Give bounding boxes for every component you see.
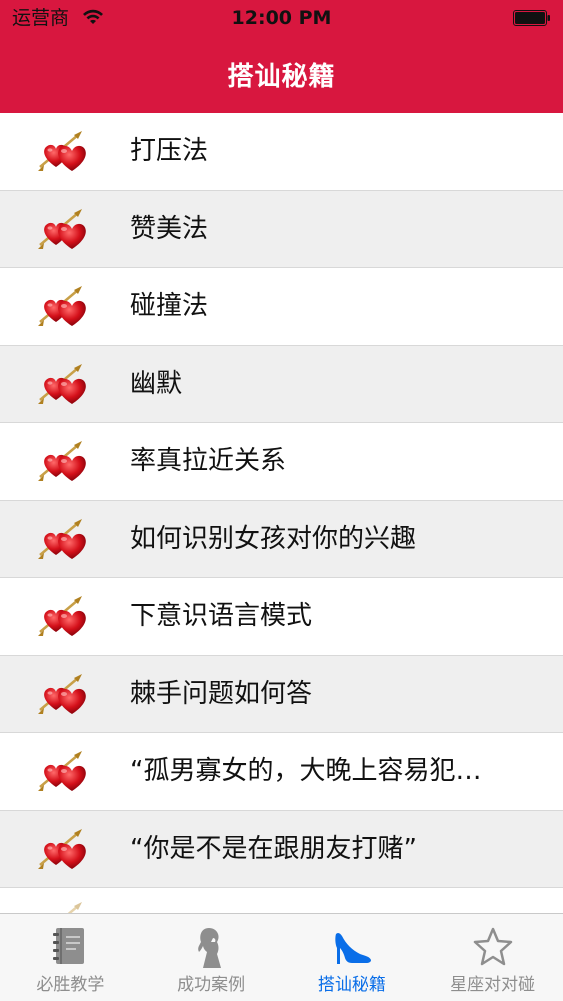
tab-label: 成功案例 [177,975,246,995]
list-item[interactable]: 如何识别女孩对你的兴趣 [0,500,563,578]
hearts-arrow-icon [38,360,94,408]
high-heel-icon [335,932,371,964]
tab-horoscope-match[interactable]: 星座对对碰 [422,914,563,1001]
status-bar: 运营商 12:00 PM [0,0,563,36]
tab-bar: 必胜教学 成功案例 搭讪秘籍 星座对对碰 [0,913,563,1001]
list-item[interactable]: 打压法 [0,113,563,191]
list-item-label: 率真拉近关系 [130,446,287,477]
battery-icon [513,10,550,26]
hearts-arrow-icon [38,515,94,563]
navigation-bar: 搭讪秘籍 [0,36,563,113]
page-title: 搭讪秘籍 [227,62,336,92]
hearts-arrow-icon [38,670,94,718]
list-item-label: 赞美法 [130,213,209,244]
hearts-arrow-icon [38,898,94,913]
list-item-label: “你是不是在跟朋友打赌” [130,833,417,864]
notebook-icon [53,928,85,964]
list-item[interactable]: 率真拉近关系 [0,423,563,501]
tab-pickup-tips[interactable]: 搭讪秘籍 [282,914,423,1001]
list-item[interactable]: “孤男寡女的，大晚上容易犯… [0,733,563,811]
list-item-label: 幽默 [130,368,183,399]
tab-success-cases[interactable]: 成功案例 [141,914,282,1001]
hearts-arrow-icon [38,747,94,795]
status-time: 12:00 PM [231,7,332,29]
list-item-label: 碰撞法 [130,291,209,322]
list-item[interactable]: 赞美法 [0,190,563,268]
list-item[interactable]: 棘手问题如何答 [0,655,563,733]
tab-label: 搭讪秘籍 [317,975,386,995]
list-item-label: “孤男寡女的，大晚上容易犯… [130,756,482,787]
hearts-arrow-icon [38,282,94,330]
hearts-arrow-icon [38,437,94,485]
hearts-arrow-icon [38,825,94,873]
hearts-arrow-icon [38,205,94,253]
list-item-label: 打压法 [130,136,209,167]
list-item[interactable]: “你是不是在跟朋友打赌” [0,810,563,888]
tab-teaching[interactable]: 必胜教学 [0,914,141,1001]
tips-list: 打压法 赞美法 碰撞法 幽默 率真拉近关系 如何识别女孩对你的兴趣 下意识语言模… [0,113,563,913]
list-item[interactable]: 下意识语言模式 [0,578,563,656]
hearts-arrow-icon [38,592,94,640]
list-item[interactable]: 幽默 [0,345,563,423]
list-item-label: 如何识别女孩对你的兴趣 [130,523,417,554]
woman-silhouette-icon [198,928,222,968]
list-item-label: 下意识语言模式 [130,601,313,632]
tab-label: 必胜教学 [36,975,105,995]
list-item-partial[interactable] [0,888,563,913]
list-item-label: 棘手问题如何答 [130,678,313,709]
tab-label: 星座对对碰 [450,975,536,995]
star-icon [473,927,512,966]
hearts-arrow-icon [38,127,94,175]
list-item[interactable]: 碰撞法 [0,268,563,346]
